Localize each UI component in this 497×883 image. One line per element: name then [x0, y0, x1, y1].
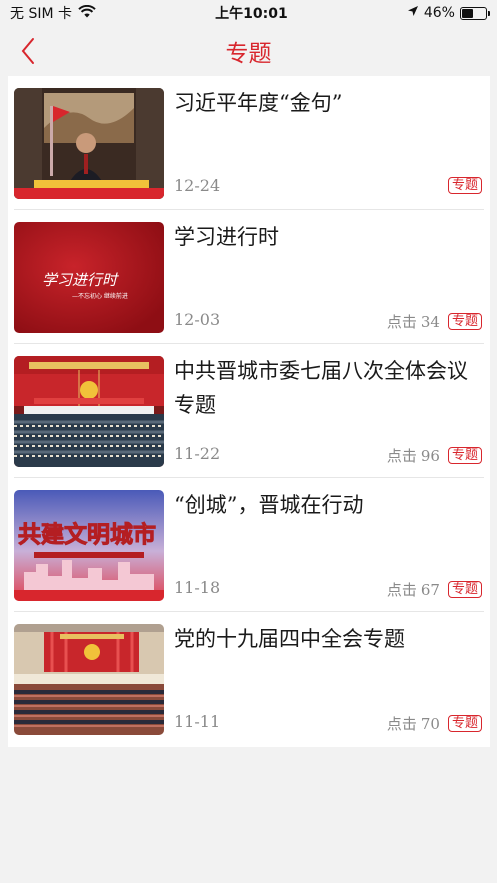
- item-meta: 点击 70 专题: [387, 713, 482, 734]
- item-date: 11-11: [174, 712, 221, 731]
- location-arrow-icon: [407, 5, 419, 21]
- views-count: 96: [420, 446, 440, 465]
- item-meta: 点击 34 专题: [387, 311, 482, 332]
- topic-badge: 专题: [447, 177, 482, 194]
- thumbnail-image: 共建文明城市: [14, 490, 164, 601]
- item-title: 学习进行时: [174, 225, 279, 249]
- battery-percent: 46%: [423, 5, 455, 21]
- chevron-left-icon: [21, 38, 34, 64]
- battery-level: [461, 8, 473, 18]
- item-meta: 专题: [436, 177, 482, 194]
- list-item[interactable]: 中共晋城市委七届八次全体会议专题 11-22 点击 96 专题: [8, 344, 490, 478]
- battery-icon: [459, 6, 490, 20]
- views-label: 点击: [386, 715, 417, 733]
- item-title: “创城”，晋城在行动: [174, 493, 364, 517]
- item-date: 11-22: [174, 444, 221, 463]
- views-label: 点击: [386, 581, 417, 599]
- status-bar: 无 SIM 卡 上午10:01 46%: [0, 0, 497, 26]
- carrier-label: 无 SIM 卡: [10, 6, 72, 22]
- item-date: 12-03: [174, 310, 221, 329]
- topic-badge: 专题: [447, 313, 482, 330]
- thumbnail-image: [14, 624, 164, 735]
- thumbnail-image: 学习进行时 —不忘初心 继续前进: [14, 222, 164, 333]
- thumb-chuangcheng-title: 共建文明城市: [18, 521, 156, 548]
- status-left: 无 SIM 卡: [10, 3, 96, 23]
- topic-badge: 专题: [447, 447, 482, 464]
- list-item[interactable]: 党的十九届四中全会专题 11-11 点击 70 专题: [8, 612, 490, 746]
- views-label: 点击: [386, 447, 417, 465]
- nav-bar: 专题: [0, 26, 497, 76]
- topic-list: 习近平年度“金句” 12-24 专题 学习进行时 —不忘初心 继续前进 学习进行…: [8, 76, 490, 747]
- thumb-xuexi-title: 学习进行时: [42, 271, 119, 289]
- wifi-icon: [78, 4, 96, 22]
- page-title: 专题: [225, 41, 272, 67]
- item-title: 中共晋城市委七届八次全体会议专题: [174, 359, 468, 417]
- item-meta: 点击 67 专题: [387, 579, 482, 600]
- thumbnail-image: [14, 88, 164, 199]
- back-button[interactable]: [10, 31, 46, 71]
- list-item[interactable]: 学习进行时 —不忘初心 继续前进 学习进行时 12-03 点击 34 专题: [8, 210, 490, 344]
- views-count: 34: [420, 312, 440, 331]
- item-title: 习近平年度“金句”: [174, 91, 343, 115]
- thumb-xuexi-subtitle: —不忘初心 继续前进: [72, 292, 128, 300]
- item-meta: 点击 96 专题: [387, 445, 482, 466]
- clock: 上午10:01: [215, 6, 288, 22]
- status-right: 46%: [407, 5, 490, 21]
- topic-badge: 专题: [447, 715, 482, 732]
- list-item[interactable]: 习近平年度“金句” 12-24 专题: [8, 76, 490, 210]
- item-title: 党的十九届四中全会专题: [174, 627, 405, 651]
- thumbnail-image: [14, 356, 164, 467]
- list-item[interactable]: 共建文明城市 “创城”，晋城在行动 11-18 点击 67 专题: [8, 478, 490, 612]
- item-date: 11-18: [174, 578, 221, 597]
- views-label: 点击: [386, 313, 417, 331]
- item-date: 12-24: [174, 176, 221, 195]
- views-count: 67: [420, 580, 440, 599]
- topic-badge: 专题: [447, 581, 482, 598]
- views-count: 70: [420, 714, 440, 733]
